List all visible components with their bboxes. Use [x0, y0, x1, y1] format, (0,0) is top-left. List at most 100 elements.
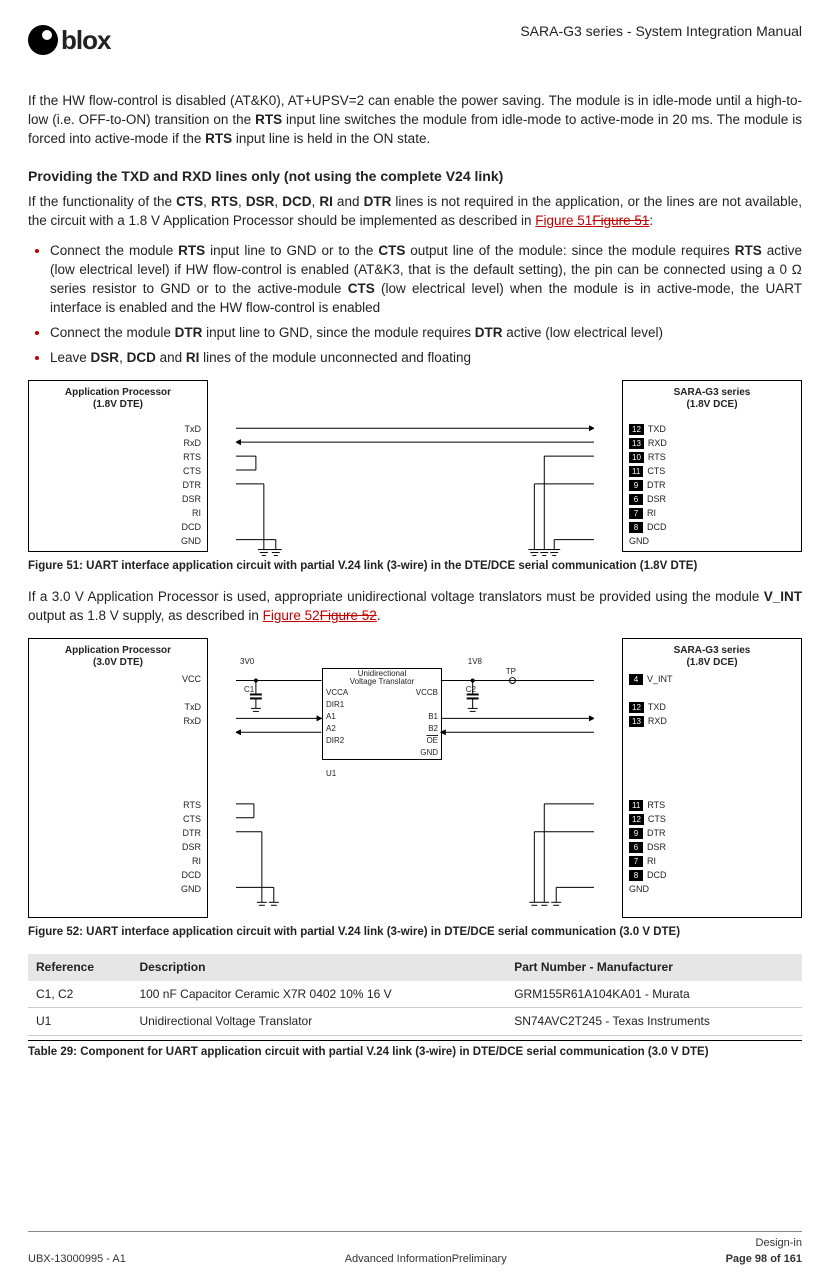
pin-name: DTR [647, 827, 666, 840]
table-header: Part Number - Manufacturer [506, 954, 802, 981]
box-title: Application Processor (3.0V DTE) [39, 645, 197, 669]
dcd-bold: DCD [282, 194, 311, 209]
pin-label: 6DSR [629, 493, 667, 507]
wire-area [236, 380, 594, 552]
sara-box-3v: SARA-G3 series (1.8V DCE) 4V_INT12TXD13R… [622, 638, 802, 918]
pin-name: RXD [648, 715, 667, 728]
bullet-list: Connect the module RTS input line to GND… [28, 242, 802, 367]
figure-51-link-old[interactable]: Figure 51 [592, 213, 649, 228]
text: active (low electrical level) [502, 325, 663, 340]
dsr-bold: DSR [91, 350, 120, 365]
text: lines of the module unconnected and floa… [199, 350, 471, 365]
table-row: C1, C2100 nF Capacitor Ceramic X7R 0402 … [28, 981, 802, 1008]
pin-name: GND [629, 883, 649, 896]
pin-number: 9 [629, 480, 643, 491]
pin-number: 6 [629, 494, 643, 505]
pin-label: 12CTS [629, 813, 667, 827]
figure-52-link[interactable]: Figure 52 [263, 608, 320, 623]
table-cell: Unidirectional Voltage Translator [131, 1008, 506, 1036]
pin-number: 13 [629, 438, 644, 449]
pin-name: DCD [647, 869, 667, 882]
pin-label: 7 RI [629, 507, 667, 521]
footer-right-top: Design-in [726, 1236, 802, 1251]
pin-label: 8 DCD [629, 869, 667, 883]
pin-label: RTS [181, 451, 201, 465]
paragraph-3v: If a 3.0 V Application Processor is used… [28, 588, 802, 626]
pin-label: RxD [182, 715, 201, 729]
ri-bold: RI [319, 194, 333, 209]
pin-number: 4 [629, 674, 643, 685]
sara-pins: 12TXD13RXD10RTS11CTS9DTR6DSR7RI8DCDGND [629, 423, 667, 549]
figure-52-caption: Figure 52: UART interface application ci… [28, 924, 802, 940]
text: series resistor to GND or to the active-… [50, 281, 348, 296]
figure-51-link[interactable]: Figure 51 [535, 213, 592, 228]
footer-center: Advanced InformationPreliminary [126, 1252, 726, 1267]
dtr-bold: DTR [364, 194, 392, 209]
pin-number: 6 [629, 842, 643, 853]
pin-label: TxD [182, 701, 201, 715]
table-header: Description [131, 954, 506, 981]
pin-label: DSR [181, 841, 201, 855]
proc-pins-bot: RTSCTSDTRDSRRIDCDGND [181, 799, 201, 897]
pin-label: 11CTS [629, 465, 667, 479]
figure-51: Application Processor (1.8V DTE) TxDRxDR… [28, 380, 802, 574]
text: , [119, 350, 127, 365]
pin-number: 8 [629, 870, 643, 881]
figure-52: Application Processor (3.0V DTE) VCCTxDR… [28, 638, 802, 940]
sara-pins-top: 4V_INT12TXD13RXD [629, 673, 673, 729]
dtr-bold: DTR [475, 325, 503, 340]
bullet-dtr: Connect the module DTR input line to GND… [50, 324, 802, 343]
pin-label: 13 RXD [629, 437, 667, 451]
doc-title: SARA-G3 series - System Integration Manu… [520, 22, 802, 42]
pin-name: RI [647, 507, 656, 520]
pin-name: DSR [647, 841, 666, 854]
pin-label: 11RTS [629, 799, 667, 813]
vint-bold: V_INT [764, 589, 802, 604]
page-header: blox SARA-G3 series - System Integration… [28, 22, 802, 58]
text: If a 3.0 V Application Processor is used… [28, 589, 764, 604]
bullet-leave: Leave DSR, DCD and RI lines of the modul… [50, 349, 802, 368]
text: : [649, 213, 653, 228]
pin-name: RXD [648, 437, 667, 450]
pin-label: 12TXD [629, 423, 667, 437]
cts-bold: CTS [378, 243, 405, 258]
ri-bold: RI [186, 350, 200, 365]
text: Connect the module [50, 243, 178, 258]
rts-bold: RTS [255, 112, 282, 127]
pin-number: 7 [629, 508, 643, 519]
rts-bold: RTS [735, 243, 762, 258]
table-29-caption: Table 29: Component for UART application… [28, 1040, 802, 1060]
pin-number: 11 [629, 800, 643, 811]
pin-label: DTR [181, 479, 201, 493]
bullet-rts: Connect the module RTS input line to GND… [50, 242, 802, 318]
rts-bold: RTS [178, 243, 205, 258]
cts-bold: CTS [176, 194, 203, 209]
sara-pins-bot: 11RTS12CTS9DTR6DSR7RI8DCDGND [629, 799, 667, 897]
page-footer: UBX-13000995 - A1 Advanced InformationPr… [28, 1231, 802, 1267]
rts-bold: RTS [211, 194, 238, 209]
proc-pins-top: VCCTxDRxD [182, 673, 201, 729]
components-table: ReferenceDescriptionPart Number - Manufa… [28, 954, 802, 1036]
app-processor-box-3v: Application Processor (3.0V DTE) VCCTxDR… [28, 638, 208, 918]
section-heading: Providing the TXD and RXD lines only (no… [28, 167, 802, 187]
pin-label: 6 DSR [629, 841, 667, 855]
sara-box: SARA-G3 series (1.8V DCE) 12TXD13RXD10RT… [622, 380, 802, 552]
pin-name: RI [647, 855, 656, 868]
pin-number: 7 [629, 856, 643, 867]
pin-label: RTS [181, 799, 201, 813]
cts-bold: CTS [348, 281, 375, 296]
pin-label: RI [181, 855, 201, 869]
pin-label: RI [181, 507, 201, 521]
text: input line to GND or to the [205, 243, 378, 258]
figure-52-link-old[interactable]: Figure 52 [320, 608, 377, 623]
pin-name: CTS [647, 465, 665, 478]
pin-label: DSR [181, 493, 201, 507]
pin-label [629, 687, 673, 701]
pin-name: DTR [647, 479, 666, 492]
footer-left: UBX-13000995 - A1 [28, 1252, 126, 1267]
pin-label: CTS [181, 465, 201, 479]
pin-label: RxD [181, 437, 201, 451]
pin-label [182, 687, 201, 701]
pin-label: 7 RI [629, 855, 667, 869]
pin-name: DCD [647, 521, 667, 534]
